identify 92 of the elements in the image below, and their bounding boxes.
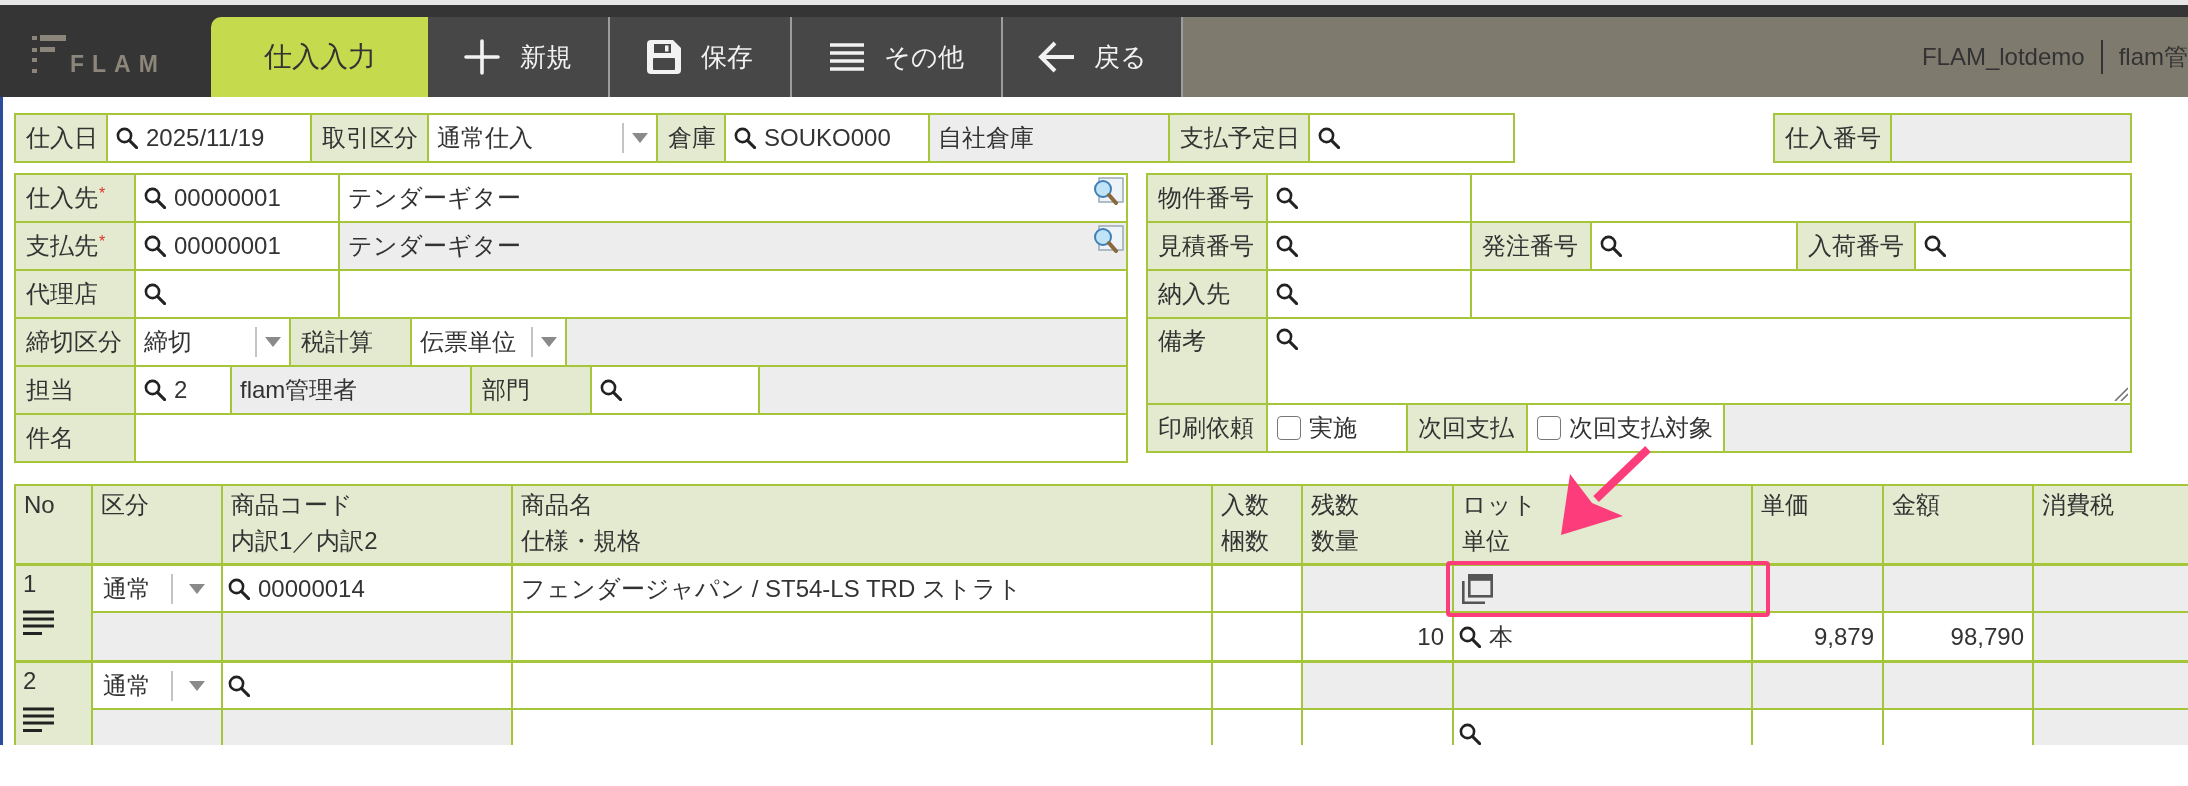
field-label: 締切区分 [16, 319, 136, 365]
field-label: 倉庫 [658, 115, 726, 161]
field-label: 支払予定日 [1170, 115, 1310, 161]
search-icon [144, 283, 166, 305]
caret-icon [541, 337, 557, 347]
column-header: 消費税 [2042, 490, 2114, 520]
search-icon [1600, 235, 1622, 257]
checkbox[interactable] [1537, 416, 1561, 440]
column-header: 入数 [1221, 490, 1269, 520]
field-label: 税計算 [291, 319, 412, 365]
column-header: 内訳1／内訳2 [231, 526, 378, 556]
logo-text: FLAM [70, 56, 166, 73]
input-field[interactable] [1213, 663, 1303, 710]
back-button[interactable]: 戻る [1003, 17, 1183, 97]
field-label: 担当 [16, 367, 136, 413]
search-icon [600, 379, 622, 401]
field-label: 発注番号 [1472, 223, 1592, 269]
field-label: 物件番号 [1148, 175, 1268, 221]
company-name: FLAM_lotdemo [1921, 43, 2085, 71]
search-field[interactable]: 00000014 [223, 566, 513, 613]
column-header: 残数 [1311, 490, 1359, 520]
search-icon [116, 127, 138, 149]
column-header: 仕様・規格 [521, 526, 641, 556]
field-label: 見積番号 [1148, 223, 1268, 269]
search-icon [144, 187, 166, 209]
column-header: 商品コード [231, 490, 353, 520]
arrow-left-icon [1037, 41, 1074, 73]
save-button[interactable]: 保存 [610, 17, 792, 97]
logo-icon [32, 35, 66, 73]
column-header: 金額 [1892, 490, 1940, 520]
search-icon [228, 674, 250, 697]
row-number: 2 [23, 667, 37, 695]
search-icon [1924, 235, 1946, 257]
new-button[interactable]: 新規 [428, 17, 610, 97]
caret-icon [632, 133, 648, 143]
checkbox[interactable] [1277, 416, 1301, 440]
field-label: 件名 [16, 415, 136, 461]
search-icon [1276, 235, 1298, 257]
input-field[interactable]: フェンダージャパン / ST54-LS TRD ストラト [513, 566, 1213, 613]
column-header: ロット [1462, 490, 1537, 520]
caret-icon [189, 680, 205, 691]
checkbox-label: 次回支払対象 [1569, 414, 1713, 442]
column-header: 区分 [101, 490, 149, 520]
select-field[interactable]: 通常 [93, 663, 223, 710]
column-header: No [24, 490, 55, 520]
column-header: 数量 [1311, 526, 1359, 556]
caret-icon [265, 337, 281, 347]
checkbox-label: 実施 [1309, 414, 1357, 442]
input-field[interactable] [1213, 566, 1303, 613]
readonly-field: 自社倉庫 [930, 115, 1170, 161]
readonly-field: テンダーギター [340, 223, 1126, 269]
menu-icon [829, 43, 864, 71]
search-icon [734, 127, 756, 149]
field-label: 次回支払 [1408, 405, 1528, 451]
field-label: 仕入番号 [1775, 115, 1892, 161]
column-header: 梱数 [1221, 526, 1269, 556]
overlapping-windows-icon[interactable] [1462, 573, 1493, 604]
search-icon [1276, 328, 1298, 350]
field-label: 納入先 [1148, 271, 1268, 317]
field-label: 部門 [472, 367, 592, 413]
search-icon [144, 235, 166, 257]
search-icon [228, 577, 250, 600]
resize-grip-icon[interactable] [2114, 387, 2128, 401]
search-icon [144, 379, 166, 401]
more-button[interactable]: その他 [792, 17, 1003, 97]
user-name: flam管 [2118, 42, 2188, 72]
field-label: 備考 [1148, 319, 1268, 403]
column-header: 単位 [1462, 526, 1510, 556]
readonly-field: flam管理者 [232, 367, 472, 413]
field-label: 取引区分 [312, 115, 429, 161]
field-label: 支払先* [16, 223, 136, 269]
menu-icon[interactable] [23, 707, 54, 733]
menu-icon[interactable] [23, 610, 54, 636]
search-icon [1276, 187, 1298, 209]
input-field[interactable] [513, 663, 1213, 710]
search-icon [1276, 283, 1298, 305]
caret-icon [189, 583, 205, 594]
search-field[interactable] [223, 663, 513, 710]
plus-icon [464, 39, 500, 75]
field-label: 仕入日 [16, 115, 108, 161]
field-label: 仕入先* [16, 175, 136, 221]
column-header: 単価 [1761, 490, 1809, 520]
search-icon [1459, 722, 1481, 745]
column-header: 商品名 [521, 490, 593, 520]
row-number: 1 [23, 570, 37, 598]
page-title: 仕入入力 [211, 17, 428, 97]
field-label: 印刷依頼 [1148, 405, 1268, 451]
search-icon [1318, 127, 1340, 149]
search-icon [1459, 625, 1481, 648]
select-field[interactable]: 通常 [93, 566, 223, 613]
field-label: 代理店 [16, 271, 136, 317]
field-label: 入荷番号 [1798, 223, 1916, 269]
